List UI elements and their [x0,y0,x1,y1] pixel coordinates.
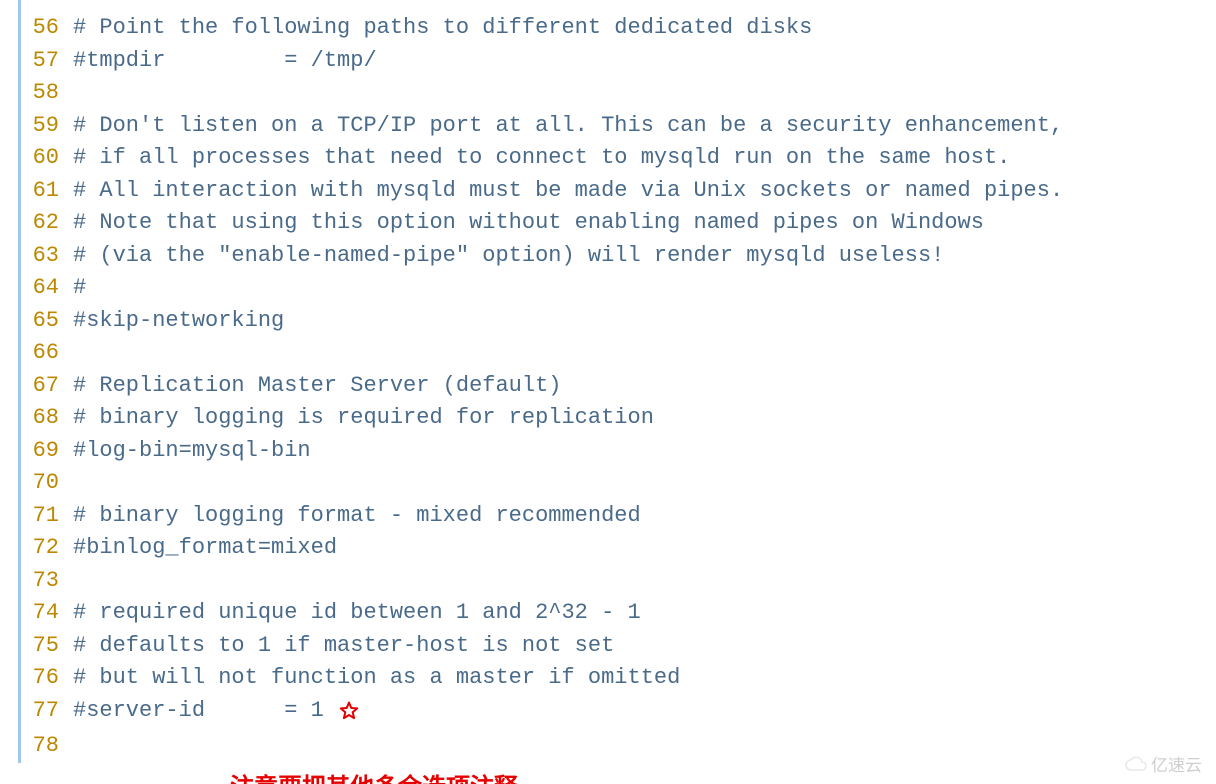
code-line: 71# binary logging format - mixed recomm… [21,500,1216,533]
code-text: # if all processes that need to connect … [73,142,1010,175]
code-text: # required unique id between 1 and 2^32 … [73,597,641,630]
line-number: 62 [21,207,73,240]
code-line: 70 [21,467,1216,500]
code-text: # binary logging format - mixed recommen… [73,500,641,533]
line-number: 76 [21,662,73,695]
code-line: 64# [21,272,1216,305]
code-text: # Point the following paths to different… [73,12,812,45]
line-number: 55 [21,4,73,12]
code-text: # Don't listen on a TCP/IP port at all. … [73,110,1063,143]
watermark: 亿速云 [1125,751,1202,776]
code-line: 66 [21,337,1216,370]
line-number: 78 [21,730,73,763]
code-line: 69#log-bin=mysql-bin [21,435,1216,468]
code-line: 73 [21,565,1216,598]
code-line: 67# Replication Master Server (default) [21,370,1216,403]
line-number: 67 [21,370,73,403]
line-number: 65 [21,305,73,338]
code-text: # (via the "enable-named-pipe" option) w… [73,240,944,273]
line-number: 61 [21,175,73,208]
annotation-text: 注意要把其他多余选项注释 [230,767,1216,784]
line-number: 57 [21,45,73,78]
line-number: 66 [21,337,73,370]
code-line: 77#server-id = 1 [21,695,1216,731]
code-text: #log-bin=mysql-bin [73,435,311,468]
code-text: # Replication Master Server (default) [73,370,561,403]
line-number: 60 [21,142,73,175]
line-number: 71 [21,500,73,533]
code-text: #skip-networking [73,305,284,338]
line-number: 64 [21,272,73,305]
code-line: 57#tmpdir = /tmp/ [21,45,1216,78]
line-number: 68 [21,402,73,435]
line-number: 69 [21,435,73,468]
line-number: 75 [21,630,73,663]
line-number: 56 [21,12,73,45]
line-number: 74 [21,597,73,630]
code-line: 63# (via the "enable-named-pipe" option)… [21,240,1216,273]
code-text: # All interaction with mysqld must be ma… [73,175,1063,208]
code-line: 68# binary logging is required for repli… [21,402,1216,435]
code-line: 65#skip-networking [21,305,1216,338]
line-number: 59 [21,110,73,143]
line-number: 72 [21,532,73,565]
code-line: 59# Don't listen on a TCP/IP port at all… [21,110,1216,143]
code-line: 58 [21,77,1216,110]
code-text: # binary logging is required for replica… [73,402,654,435]
code-line: 62# Note that using this option without … [21,207,1216,240]
code-editor: 5556# Point the following paths to diffe… [18,0,1216,763]
code-text: #tmpdir = /tmp/ [73,45,377,78]
code-text: # but will not function as a master if o… [73,662,680,695]
code-line: 78 [21,730,1216,763]
line-number: 58 [21,77,73,110]
star-icon [337,700,361,736]
line-number: 70 [21,467,73,500]
cloud-icon [1125,756,1147,772]
code-text: # [73,272,86,305]
code-line: 61# All interaction with mysqld must be … [21,175,1216,208]
code-line: 74# required unique id between 1 and 2^3… [21,597,1216,630]
line-number: 63 [21,240,73,273]
line-number: 77 [21,695,73,728]
code-line: 75# defaults to 1 if master-host is not … [21,630,1216,663]
watermark-text: 亿速云 [1151,751,1202,776]
code-text: #binlog_format=mixed [73,532,337,565]
code-line: 60# if all processes that need to connec… [21,142,1216,175]
code-line: 72#binlog_format=mixed [21,532,1216,565]
code-text: # Note that using this option without en… [73,207,984,240]
code-text: #server-id = 1 [73,695,337,728]
code-line: 56# Point the following paths to differe… [21,12,1216,45]
code-line: 76# but will not function as a master if… [21,662,1216,695]
line-number: 73 [21,565,73,598]
code-line: 55 [21,4,1216,12]
code-text: # defaults to 1 if master-host is not se… [73,630,614,663]
